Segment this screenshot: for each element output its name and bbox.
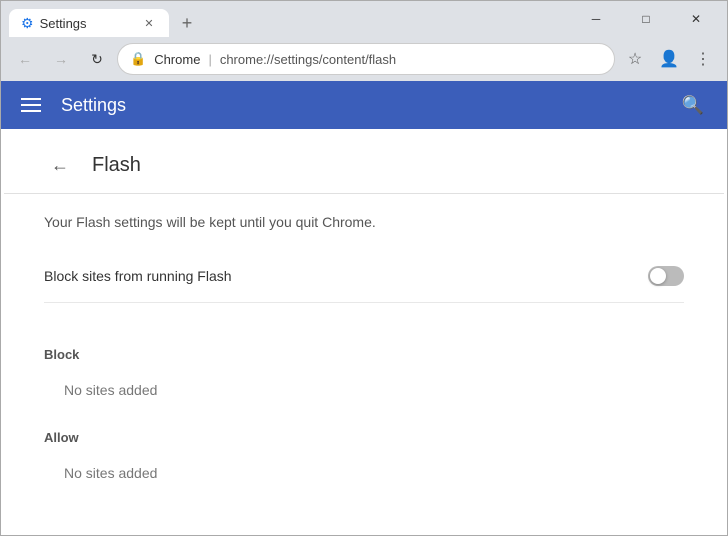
titlebar: ⚙ Settings ✕ + ─ □ ✕ (1, 1, 727, 37)
page-header: ← Flash (4, 129, 724, 194)
block-empty-text: No sites added (44, 370, 684, 410)
menu-button[interactable]: ⋮ (687, 43, 719, 75)
allow-section: Allow No sites added (4, 414, 724, 497)
hamburger-line (21, 98, 41, 100)
tab-strip: ⚙ Settings ✕ + (9, 1, 565, 37)
omnibox-path: chrome://settings/content/flash (220, 52, 396, 67)
browser-window: ⚙ Settings ✕ + ─ □ ✕ ← → ↻ 🔒 Chrome | ch… (0, 0, 728, 536)
hamburger-menu-button[interactable] (17, 94, 45, 116)
address-bar: ← → ↻ 🔒 Chrome | chrome://settings/conte… (1, 37, 727, 81)
block-flash-toggle[interactable] (648, 266, 684, 286)
omnibox-domain: Chrome (154, 52, 200, 67)
hamburger-line (21, 104, 41, 106)
active-tab[interactable]: ⚙ Settings ✕ (9, 9, 169, 37)
back-button[interactable]: ← (9, 43, 41, 75)
info-section: Your Flash settings will be kept until y… (4, 194, 724, 323)
settings-page-title: Settings (61, 95, 659, 116)
toggle-knob (650, 268, 666, 284)
content-inner: ← Flash Your Flash settings will be kept… (4, 129, 724, 535)
tab-title: Settings (40, 16, 135, 31)
allow-section-title: Allow (44, 430, 684, 445)
flash-info-text: Your Flash settings will be kept until y… (44, 214, 684, 230)
close-button[interactable]: ✕ (673, 5, 719, 33)
block-flash-setting-row: Block sites from running Flash (44, 250, 684, 303)
settings-search-button[interactable]: 🔍 (675, 87, 711, 123)
minimize-button[interactable]: ─ (573, 5, 619, 33)
address-actions: ☆ 👤 ⋮ (619, 43, 719, 75)
allow-empty-text: No sites added (44, 453, 684, 493)
block-section: Block No sites added (4, 323, 724, 414)
settings-header: Settings 🔍 (1, 81, 727, 129)
profile-button[interactable]: 👤 (653, 43, 685, 75)
omnibox[interactable]: 🔒 Chrome | chrome://settings/content/fla… (117, 43, 615, 75)
omnibox-separator: | (208, 52, 211, 67)
tab-favicon: ⚙ (21, 15, 34, 32)
tab-close-button[interactable]: ✕ (141, 15, 157, 31)
window-controls: ─ □ ✕ (573, 5, 719, 33)
new-tab-button[interactable]: + (173, 9, 201, 37)
hamburger-line (21, 110, 41, 112)
forward-button[interactable]: → (45, 43, 77, 75)
restore-button[interactable]: □ (623, 5, 669, 33)
reload-button[interactable]: ↻ (81, 43, 113, 75)
flash-page-title: Flash (92, 154, 141, 177)
block-section-title: Block (44, 347, 684, 362)
content-area: ← Flash Your Flash settings will be kept… (1, 129, 727, 535)
security-icon: 🔒 (130, 51, 146, 67)
block-flash-label: Block sites from running Flash (44, 268, 232, 284)
back-to-content-button[interactable]: ← (44, 149, 76, 181)
bookmark-button[interactable]: ☆ (619, 43, 651, 75)
